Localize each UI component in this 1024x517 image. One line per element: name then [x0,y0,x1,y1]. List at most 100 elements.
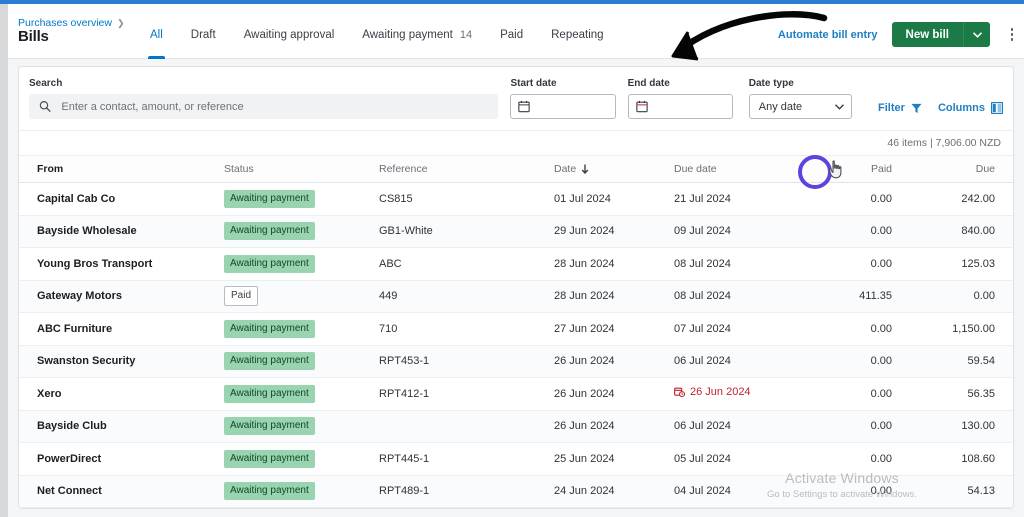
cell-reference: RPT453-1 [379,345,554,378]
cell-date: 28 Jun 2024 [554,247,674,281]
cell-status: Awaiting payment [224,377,379,411]
columns-button[interactable]: Columns [938,102,1003,114]
cell-due-date: 08 Jul 2024 [674,247,809,281]
calendar-icon [635,100,648,113]
tab-label: Paid [500,29,524,41]
filter-bar: Search Start date End date [19,67,1013,131]
filter-button[interactable]: Filter [878,102,922,114]
start-date-field-group: Start date [510,78,616,119]
filter-action-group: Filter Columns [878,102,1003,119]
tab-paid[interactable]: Paid [486,4,537,59]
tab-count: 14 [459,29,473,41]
tab-awaiting-payment[interactable]: Awaiting payment 14 [348,4,486,59]
table-row[interactable]: PowerDirect Awaiting payment RPT445-1 25 Ju… [19,442,1013,476]
cell-date: 01 Jul 2024 [554,182,674,216]
tab-all[interactable]: All [136,4,177,59]
tab-awaiting-approval[interactable]: Awaiting approval [230,4,349,59]
column-label: Date [554,163,577,175]
automate-bill-entry-link[interactable]: Automate bill entry [778,29,878,41]
cell-status: Awaiting payment [224,442,379,476]
column-label: Paid [870,163,892,175]
cell-due-amount: 242.00 [914,182,1013,216]
cell-reference: RPT412-1 [379,377,554,411]
column-header-status[interactable]: Status [224,156,379,183]
cell-from: Bayside Wholesale [19,215,224,248]
cell-from: Young Bros Transport [19,247,224,281]
cell-reference: 449 [379,280,554,313]
status-badge: Awaiting payment [224,319,315,338]
table-row[interactable]: Swanston Security Awaiting payment RPT453-… [19,345,1013,378]
cell-due-date: 05 Jul 2024 [674,442,809,476]
column-header-from[interactable]: From [19,156,224,183]
table-row[interactable]: Xero Awaiting payment RPT412-1 26 Jun 2024 2… [19,377,1013,411]
items-total-text: 46 items | 7,906.00 NZD [887,137,1001,149]
cell-due-amount: 125.03 [914,247,1013,281]
cell-due-amount: 108.60 [914,442,1013,476]
search-input[interactable] [59,99,489,114]
table-row[interactable]: Bayside Wholesale Awaiting payment GB1-Whi… [19,215,1013,248]
column-label: Status [224,163,254,175]
status-badge: Awaiting payment [224,417,315,436]
cell-paid: 0.00 [809,410,914,443]
cell-paid: 0.00 [809,377,914,411]
cell-due-amount: 130.00 [914,410,1013,443]
cell-reference: CS815 [379,182,554,216]
date-type-label: Date type [748,78,794,89]
new-bill-dropdown-button[interactable] [963,22,990,47]
cell-date: 28 Jun 2024 [554,280,674,313]
table-row[interactable]: Young Bros Transport Awaiting payment ABC 2… [19,247,1013,281]
arrow-down-icon [581,164,589,174]
table-row[interactable]: ABC Furniture Awaiting payment 710 27 Jun 2… [19,312,1013,346]
chevron-right-icon: ❯ [116,17,125,28]
cell-due-amount: 59.54 [914,345,1013,378]
cell-from: PowerDirect [19,442,224,476]
summary-bar: 46 items | 7,906.00 NZD [19,131,1013,156]
cell-reference: RPT489-1 [379,475,554,508]
cell-date: 26 Jun 2024 [554,377,674,411]
column-label: Reference [379,163,428,175]
column-header-due-date[interactable]: Due date [674,156,809,183]
search-icon [39,101,51,113]
cell-status: Awaiting payment [224,312,379,346]
column-header-date[interactable]: Date [554,156,674,183]
cell-reference: ABC [379,247,554,281]
tab-draft[interactable]: Draft [177,4,230,59]
cell-due-date: 06 Jul 2024 [674,410,809,443]
end-date-input[interactable] [627,94,733,119]
cell-paid: 411.35 [809,280,914,313]
search-box[interactable] [29,94,499,119]
table-row[interactable]: Net Connect Awaiting payment RPT489-1 24 Ju… [19,475,1013,508]
more-options-icon[interactable] [1004,24,1020,46]
table-row[interactable]: Gateway Motors Paid 449 28 Jun 2024 08 Jul 2… [19,280,1013,313]
tab-label: Awaiting payment [362,29,453,41]
cell-paid: 0.00 [809,247,914,281]
cell-reference: RPT445-1 [379,442,554,476]
cell-due-date: 08 Jul 2024 [674,280,809,313]
funnel-icon [911,103,922,113]
tab-bar: All Draft Awaiting approval Awaiting pay… [136,4,618,59]
status-badge: Awaiting payment [224,449,315,468]
cell-paid: 0.00 [809,312,914,346]
cell-due-amount: 840.00 [914,215,1013,248]
end-date-field-group: End date [627,78,733,119]
column-header-paid[interactable]: Paid [809,156,914,183]
cell-status: Paid [224,280,379,313]
status-badge: Awaiting payment [224,482,315,501]
search-field-group: Search [29,78,499,119]
table-row[interactable]: Capital Cab Co Awaiting payment CS815 01 Ju… [19,182,1013,216]
date-type-select[interactable]: Any date [748,94,853,119]
table-row[interactable]: Bayside Club Awaiting payment 26 Jun 2024 0… [19,410,1013,443]
new-bill-button[interactable]: New bill [891,22,963,47]
date-type-value: Any date [758,100,803,113]
page-title: Bills [18,28,49,45]
column-header-reference[interactable]: Reference [379,156,554,183]
cell-date: 25 Jun 2024 [554,442,674,476]
overdue-calendar-icon [674,387,685,398]
start-date-input[interactable] [510,94,616,119]
tab-repeating[interactable]: Repeating [537,4,617,59]
column-header-due-amount[interactable]: Due [914,156,1013,183]
column-label: Due [975,163,995,175]
cell-due-date: 26 Jun 2024 [674,377,809,411]
filter-label: Filter [878,102,905,114]
cell-paid: 0.00 [809,182,914,216]
